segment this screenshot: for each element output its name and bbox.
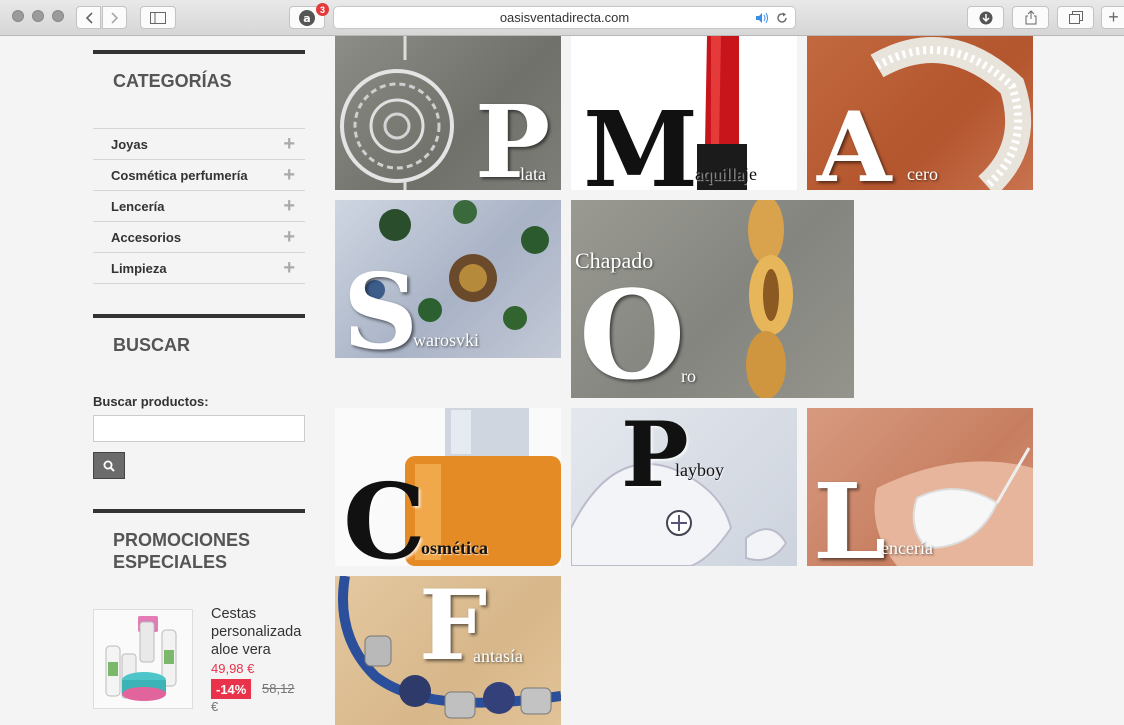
- tile-acero[interactable]: A cero: [807, 36, 1033, 190]
- old-price-currency: €: [211, 699, 219, 714]
- promotions-title: PROMOCIONES ESPECIALES: [113, 529, 250, 573]
- speaker-icon[interactable]: [755, 12, 769, 24]
- tile-letter: M: [583, 88, 699, 191]
- promotions-title-line1: PROMOCIONES: [113, 530, 251, 550]
- tile-plata[interactable]: P lata: [335, 36, 561, 190]
- tile-label: antasía: [473, 646, 523, 666]
- tabs-icon: [1068, 10, 1083, 24]
- categories-title: CATEGORÍAS: [113, 71, 232, 91]
- tile-letter: C: [343, 460, 426, 567]
- tile-label: cero: [907, 164, 938, 184]
- url-text: oasisventadirecta.com: [499, 10, 630, 25]
- tile-label: warosvki: [413, 330, 479, 350]
- category-item-lenceria[interactable]: Lencería +: [93, 191, 305, 222]
- tabs-overview-button[interactable]: [1057, 6, 1094, 29]
- promotions-title-line2: ESPECIALES: [113, 552, 228, 572]
- chevron-right-icon: [110, 11, 118, 24]
- tile-letter: S: [343, 250, 419, 359]
- tile-label: layboy: [675, 460, 724, 480]
- search-title: BUSCAR: [113, 335, 191, 355]
- plus-icon: +: [1108, 7, 1119, 27]
- sidebar-toggle-button[interactable]: [140, 6, 176, 29]
- tile-letter: P: [621, 408, 689, 508]
- expand-plus-icon[interactable]: +: [283, 196, 295, 216]
- category-item-joyas[interactable]: Joyas +: [93, 129, 305, 160]
- promo-price: 49,98 €: [211, 661, 255, 676]
- address-bar[interactable]: oasisventadirecta.com: [333, 6, 796, 29]
- chevron-left-icon: [85, 11, 93, 24]
- expand-plus-icon[interactable]: +: [283, 227, 295, 247]
- share-button[interactable]: [1012, 6, 1049, 29]
- category-item-accesorios[interactable]: Accesorios +: [93, 222, 305, 253]
- category-label: Limpieza: [111, 260, 167, 276]
- tile-label: osmética: [421, 538, 488, 558]
- tile-label: aquillaje: [695, 164, 757, 184]
- expand-plus-icon[interactable]: +: [283, 165, 295, 185]
- category-label: Joyas: [111, 136, 148, 152]
- tile-cosmetica[interactable]: C osmética: [335, 408, 561, 566]
- category-item-cosmetica[interactable]: Cosmética perfumería +: [93, 160, 305, 191]
- old-price: 58,12: [262, 681, 295, 696]
- categories-divider: [93, 50, 305, 54]
- search-label: Buscar productos:: [93, 394, 209, 409]
- category-label: Lencería: [111, 198, 165, 214]
- categories-list: Joyas + Cosmética perfumería + Lencería …: [93, 128, 305, 284]
- expand-plus-icon[interactable]: +: [283, 134, 295, 154]
- extension-badge: 3: [316, 3, 329, 16]
- expand-plus-icon[interactable]: +: [283, 258, 295, 278]
- zoom-window-button[interactable]: [52, 10, 64, 22]
- search-input[interactable]: [93, 415, 305, 442]
- close-window-button[interactable]: [12, 10, 24, 22]
- tile-letter: A: [817, 91, 892, 191]
- category-item-limpieza[interactable]: Limpieza +: [93, 253, 305, 284]
- category-label: Cosmética perfumería: [111, 167, 248, 183]
- tile-label: ro: [681, 366, 696, 386]
- forward-button[interactable]: [102, 6, 127, 29]
- tile-swarovski[interactable]: S warosvki: [335, 200, 561, 358]
- tile-fantasia[interactable]: F antasía: [335, 576, 561, 725]
- sidebar-icon: [150, 11, 166, 24]
- browser-toolbar: a 3 oasisventadirecta.com +: [0, 0, 1124, 36]
- downloads-button[interactable]: [967, 6, 1004, 29]
- download-icon: [979, 11, 992, 24]
- promo-product-name[interactable]: Cestas personalizada aloe vera: [211, 605, 311, 659]
- tile-maquillaje[interactable]: M aquillaje: [571, 36, 797, 190]
- tile-letter: L: [813, 460, 887, 567]
- tile-playboy[interactable]: P layboy: [571, 408, 797, 566]
- new-tab-button[interactable]: +: [1101, 6, 1124, 29]
- promotions-divider: [93, 509, 305, 513]
- search-icon: [103, 460, 115, 472]
- svg-text:a: a: [303, 12, 310, 25]
- promo-product-image[interactable]: [93, 609, 193, 709]
- aloe-vera-basket-image: [94, 610, 192, 708]
- category-label: Accesorios: [111, 229, 182, 245]
- discount-badge: -14%: [211, 679, 252, 699]
- tile-chapado-oro[interactable]: Chapado O ro: [571, 200, 854, 398]
- extension-a-icon: a: [299, 9, 315, 26]
- tile-letter: O: [579, 263, 686, 398]
- search-divider: [93, 314, 305, 318]
- share-icon: [1025, 10, 1036, 25]
- minimize-window-button[interactable]: [32, 10, 44, 22]
- tile-label: lata: [520, 164, 546, 184]
- search-button[interactable]: [93, 452, 125, 479]
- tile-lenceria[interactable]: L encería: [807, 408, 1033, 566]
- reload-icon[interactable]: [776, 12, 788, 24]
- tile-label: encería: [881, 538, 933, 558]
- back-button[interactable]: [76, 6, 101, 29]
